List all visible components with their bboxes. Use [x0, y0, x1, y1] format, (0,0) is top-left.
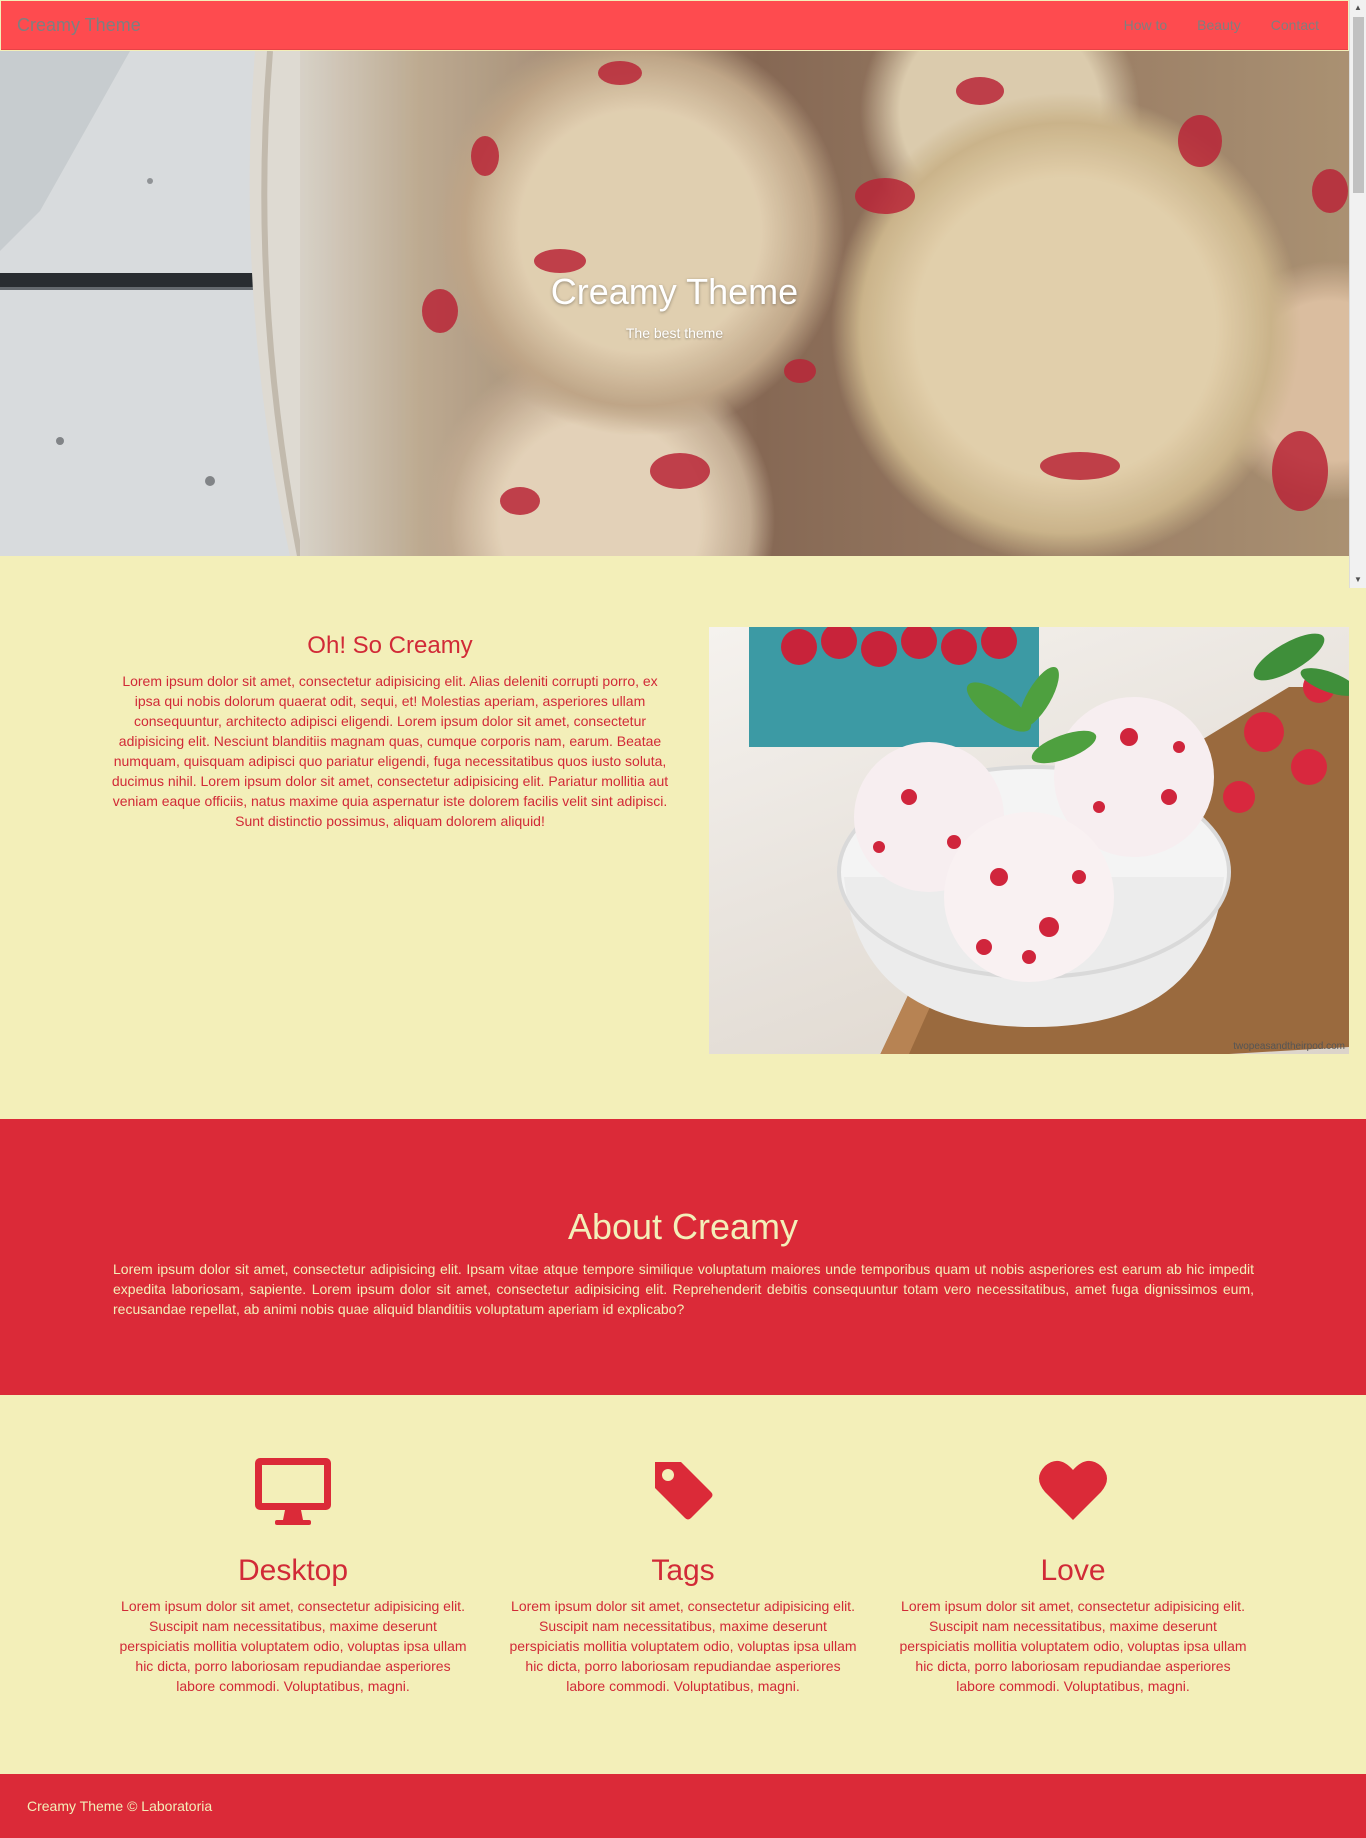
- feature-love: Love Lorem ipsum dolor sit amet, consect…: [893, 1458, 1253, 1696]
- about-title: About Creamy: [567, 1206, 799, 1247]
- ice-cream-bowl-image: twopeasandtheirpod.com: [709, 627, 1349, 1054]
- scrollbar[interactable]: ▲ ▼: [1349, 0, 1366, 588]
- image-credit: twopeasandtheirpod.com: [1233, 1041, 1345, 1052]
- brand-link[interactable]: Creamy Theme: [17, 1, 141, 50]
- feature-tags: Tags Lorem ipsum dolor sit amet, consect…: [503, 1458, 863, 1696]
- footer-text: Creamy Theme © Laboratoria: [27, 1798, 213, 1814]
- nav-link-how-to[interactable]: How to: [1109, 1, 1183, 50]
- feature-title: Desktop: [237, 1554, 349, 1587]
- tag-icon: [655, 1462, 713, 1520]
- navbar: Creamy Theme How to Beauty Contact: [1, 1, 1348, 50]
- desktop-icon: [255, 1458, 331, 1525]
- about-section: About Creamy Lorem ipsum dolor sit amet,…: [0, 1119, 1366, 1395]
- scrollbar-thumb[interactable]: [1353, 17, 1364, 193]
- heart-icon: [1039, 1460, 1107, 1520]
- feature-text: Lorem ipsum dolor sit amet, consectetur …: [119, 1598, 467, 1694]
- hero-title: Creamy Theme: [550, 271, 799, 312]
- feature-desktop: Desktop Lorem ipsum dolor sit amet, cons…: [113, 1458, 473, 1696]
- feature-text: Lorem ipsum dolor sit amet, consectetur …: [509, 1598, 857, 1694]
- hero-subtitle: The best theme: [625, 325, 724, 341]
- about-text: Lorem ipsum dolor sit amet, consectetur …: [113, 1261, 1254, 1317]
- nav-links: How to Beauty Contact: [1109, 1, 1334, 50]
- feature-text: Lorem ipsum dolor sit amet, consectetur …: [899, 1598, 1247, 1694]
- hero-banner: Creamy Theme The best theme: [0, 51, 1349, 556]
- intro-text: Lorem ipsum dolor sit amet, consectetur …: [111, 673, 669, 829]
- nav-link-contact[interactable]: Contact: [1256, 1, 1334, 50]
- feature-title: Tags: [651, 1554, 715, 1587]
- scroll-up-arrow-icon[interactable]: ▲: [1354, 3, 1362, 12]
- scroll-down-arrow-icon[interactable]: ▼: [1354, 575, 1362, 584]
- footer: Creamy Theme © Laboratoria: [0, 1774, 1366, 1838]
- feature-title: Love: [1040, 1554, 1106, 1587]
- intro-title: Oh! So Creamy: [307, 632, 473, 659]
- nav-link-beauty[interactable]: Beauty: [1182, 1, 1256, 50]
